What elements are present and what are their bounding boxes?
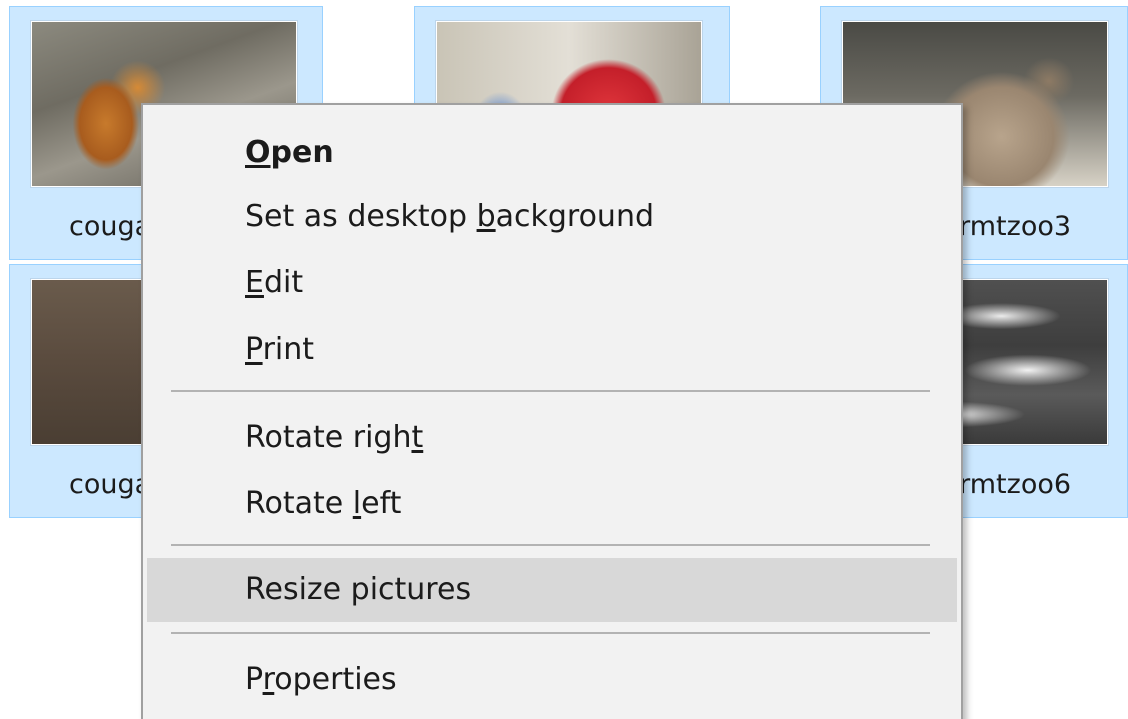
menu-separator [171, 390, 930, 392]
menu-item-label: pen [270, 135, 334, 170]
menu-item-open[interactable]: Open [147, 121, 957, 185]
access-key: E [245, 265, 264, 300]
menu-item-label: Resize pictures [245, 572, 472, 607]
access-key: l [352, 486, 362, 521]
menu-separator [171, 544, 930, 546]
menu-item-properties[interactable]: Properties [147, 648, 957, 712]
menu-separator [171, 632, 930, 634]
context-menu: Open Set as desktop background Edit Prin… [141, 103, 963, 719]
menu-item-set-desktop-background[interactable]: Set as desktop background [147, 185, 957, 249]
menu-item-label: rint [262, 332, 315, 367]
file-explorer-view: cougarmtzoo1 cougarmtzoo2 cougarmtzoo3 c… [0, 0, 1128, 719]
menu-item-rotate-right[interactable]: Rotate right [147, 406, 957, 470]
access-key: O [245, 135, 271, 170]
menu-item-label: Rotate righ [245, 420, 412, 455]
menu-item-print[interactable]: Print [147, 318, 957, 382]
menu-item-label: P [245, 662, 263, 697]
access-key: t [411, 420, 424, 455]
menu-item-label: dit [263, 265, 304, 300]
access-key: b [476, 199, 496, 234]
menu-item-label: eft [361, 486, 402, 521]
menu-item-rotate-left[interactable]: Rotate left [147, 472, 957, 536]
menu-item-edit[interactable]: Edit [147, 251, 957, 315]
menu-item-label: Set as desktop [245, 199, 477, 234]
menu-item-resize-pictures[interactable]: Resize pictures [147, 558, 957, 622]
menu-item-label: ackground [495, 199, 655, 234]
access-key: P [245, 332, 263, 367]
menu-item-label: Rotate [245, 486, 353, 521]
menu-item-label: operties [274, 662, 397, 697]
access-key: r [262, 662, 275, 697]
